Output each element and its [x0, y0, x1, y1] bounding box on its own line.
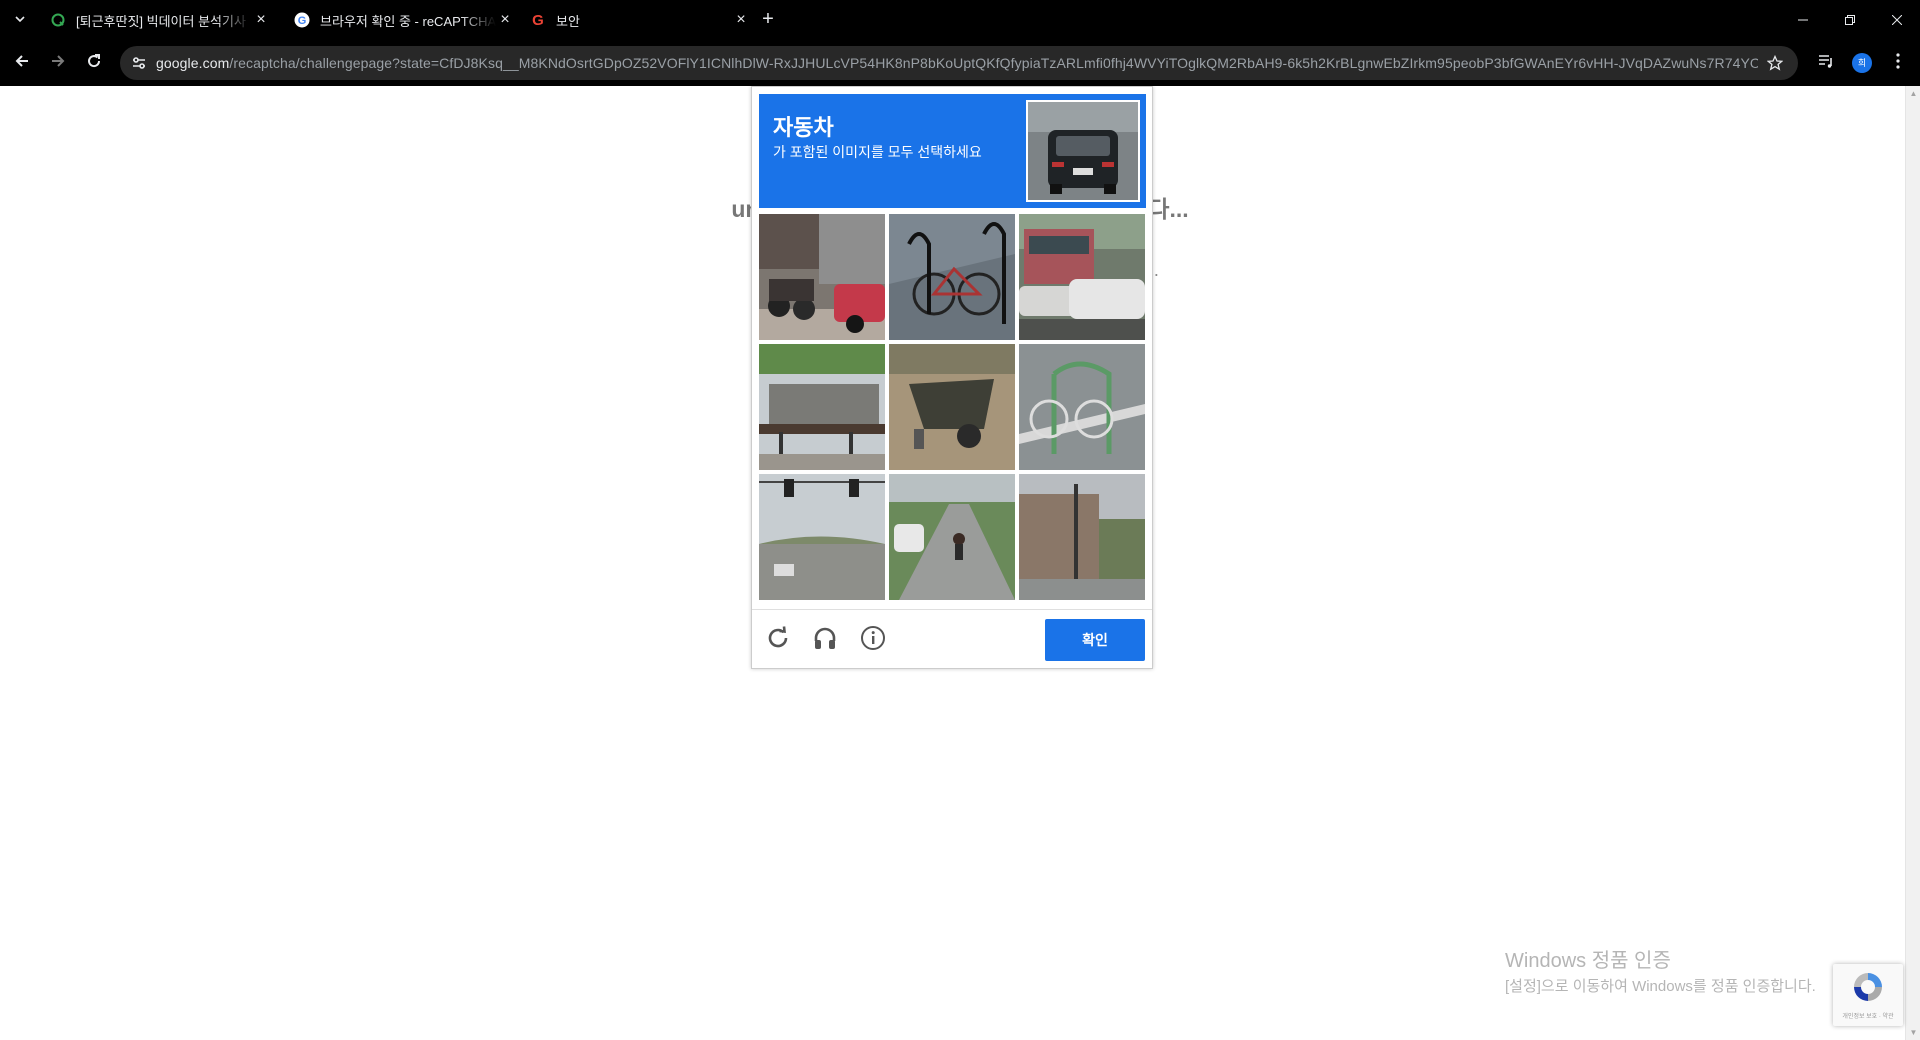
menu-button[interactable] — [1882, 47, 1914, 79]
back-button[interactable] — [6, 47, 38, 79]
challenge-instruction: 가 포함된 이미지를 모두 선택하세요 — [773, 144, 982, 160]
address-bar[interactable]: google.com/recaptcha/challengepage?state… — [120, 46, 1798, 80]
image-tile[interactable] — [1019, 474, 1145, 600]
close-icon[interactable]: × — [252, 11, 270, 29]
refresh-icon — [765, 625, 791, 656]
verify-button[interactable]: 확인 — [1045, 619, 1145, 661]
restore-button[interactable] — [1827, 0, 1873, 40]
browser-toolbar: google.com/recaptcha/challengepage?state… — [0, 40, 1920, 86]
image-tile[interactable] — [759, 344, 885, 470]
tab-quiz[interactable]: [퇴근후딴짓] 빅데이터 분석기사 × — [40, 5, 280, 35]
media-control-button[interactable] — [1810, 47, 1842, 79]
forward-button[interactable] — [42, 47, 74, 79]
page-content: undefined 에 대한 브라우저를 확인 중입니다... 5초 후에 자동… — [0, 86, 1920, 1040]
url-host: google.com — [156, 55, 230, 71]
url-path: /recaptcha/challengepage?state=CfDJ8Ksq_… — [229, 55, 1758, 71]
minimize-button[interactable] — [1780, 0, 1826, 40]
challenge-header: 자동차 가 포함된 이미지를 모두 선택하세요 — [759, 94, 1146, 208]
tab-strip: [퇴근후딴짓] 빅데이터 분석기사 × G 브라우저 확인 중 - reCAPT… — [0, 0, 1920, 40]
scroll-down-icon[interactable]: ▼ — [1906, 1025, 1920, 1040]
tab-title: [퇴근후딴짓] 빅데이터 분석기사 — [76, 13, 246, 29]
google-favicon-icon: G — [530, 12, 546, 28]
audio-challenge-button[interactable] — [809, 624, 841, 656]
reload-button[interactable] — [78, 47, 110, 79]
google-favicon-icon: G — [294, 12, 310, 28]
more-vertical-icon — [1896, 52, 1900, 74]
info-icon — [860, 625, 886, 656]
watermark-title: Windows 정품 인증 — [1505, 950, 1671, 972]
quiz-favicon-icon — [50, 12, 66, 28]
recaptcha-logo-icon — [1851, 970, 1885, 1009]
minimize-icon — [1798, 12, 1808, 28]
arrow-left-icon — [14, 53, 30, 74]
tab-title: 브라우저 확인 중 - reCAPTCHA — [320, 13, 496, 29]
image-tile[interactable] — [759, 474, 885, 600]
image-tile[interactable] — [889, 474, 1015, 600]
image-tile[interactable] — [889, 344, 1015, 470]
svg-text:G: G — [298, 15, 307, 27]
headphones-icon — [812, 625, 838, 656]
restore-icon — [1845, 12, 1855, 28]
tab-recaptcha[interactable]: G 브라우저 확인 중 - reCAPTCHA × — [284, 5, 524, 35]
arrow-right-icon — [50, 53, 66, 74]
new-tab-button[interactable]: + — [756, 8, 780, 32]
tab-security[interactable]: G 보안 × — [520, 5, 760, 35]
challenge-footer: 확인 — [752, 609, 1152, 669]
help-button[interactable] — [857, 624, 889, 656]
close-icon[interactable]: × — [496, 11, 514, 29]
svg-text:G: G — [532, 12, 544, 28]
reload-challenge-button[interactable] — [762, 624, 794, 656]
site-settings-icon[interactable] — [122, 46, 156, 80]
image-tile[interactable] — [889, 214, 1015, 340]
recaptcha-challenge: 자동차 가 포함된 이미지를 모두 선택하세요 확인 — [751, 86, 1153, 669]
windows-activation-watermark: Windows 정품 인증 [설정]으로 이동하여 Windows를 정품 인증… — [1505, 944, 1816, 996]
profile-button[interactable]: 희 — [1846, 47, 1878, 79]
scroll-up-icon[interactable]: ▲ — [1906, 86, 1920, 101]
tab-title: 보안 — [556, 13, 580, 29]
close-icon — [1891, 12, 1903, 28]
playlist-icon — [1818, 53, 1834, 74]
tab-search-button[interactable] — [6, 8, 34, 32]
reload-icon — [86, 53, 102, 74]
window-close-button[interactable] — [1874, 0, 1920, 40]
recaptcha-badge[interactable]: 개인정보 보호 · 약관 — [1833, 964, 1903, 1026]
recaptcha-badge-text[interactable]: 개인정보 보호 · 약관 — [1842, 1011, 1893, 1020]
sample-image — [1026, 100, 1140, 202]
bookmark-star-icon[interactable] — [1758, 46, 1792, 80]
watermark-subtitle: [설정]으로 이동하여 Windows를 정품 인증합니다. — [1505, 978, 1816, 995]
image-tile[interactable] — [1019, 344, 1145, 470]
image-tile[interactable] — [1019, 214, 1145, 340]
chevron-down-icon — [15, 13, 25, 27]
close-icon[interactable]: × — [732, 11, 750, 29]
page-scrollbar[interactable]: ▲ ▼ — [1905, 86, 1920, 1040]
challenge-keyword: 자동차 — [773, 115, 834, 140]
avatar: 희 — [1852, 53, 1872, 73]
url-text[interactable]: google.com/recaptcha/challengepage?state… — [156, 55, 1758, 71]
image-grid — [759, 214, 1146, 601]
image-tile[interactable] — [759, 214, 885, 340]
